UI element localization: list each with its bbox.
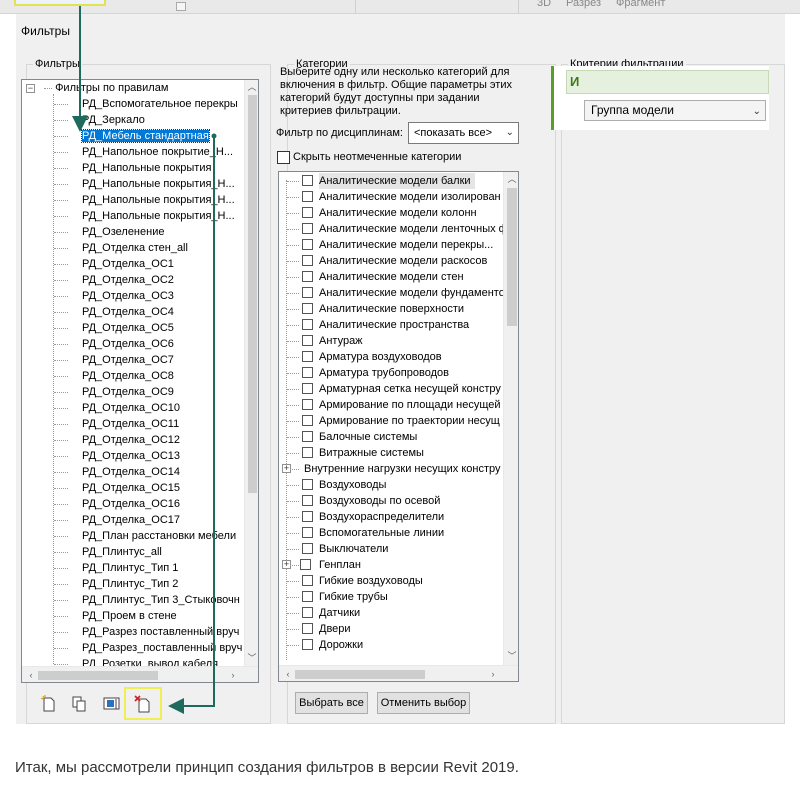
annotation-arrows	[72, 6, 217, 714]
arrow-to-delete	[168, 136, 215, 714]
article-caption: Итак, мы рассмотрели принцип создания фи…	[15, 759, 519, 776]
